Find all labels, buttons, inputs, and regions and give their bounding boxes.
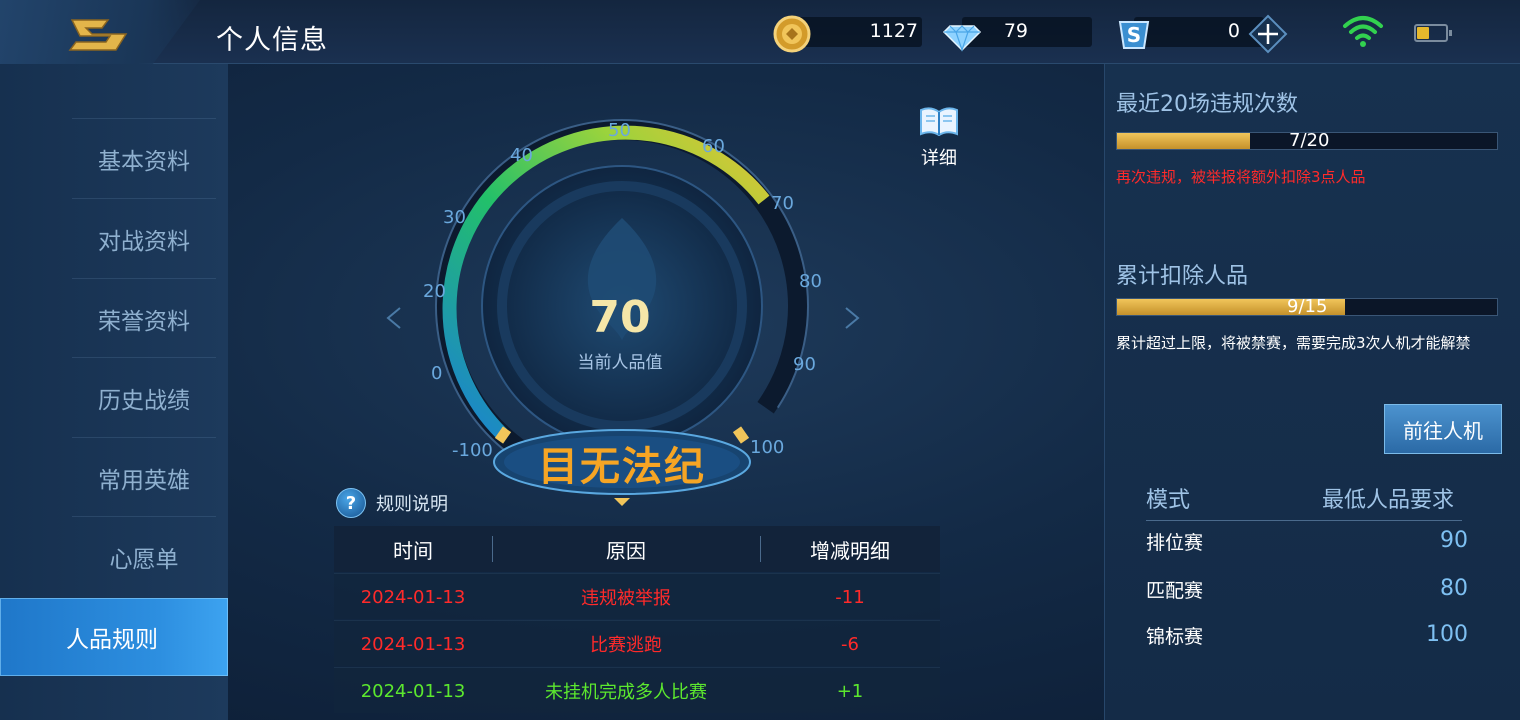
- violations-warning: 再次违规，被举报将额外扣除3点人品: [1116, 168, 1366, 186]
- add-voucher-icon[interactable]: [1248, 14, 1288, 54]
- row-time: 2024-01-13: [360, 680, 466, 702]
- current-credit-label: 当前人品值: [577, 353, 663, 373]
- voucher-currency: S 0: [1114, 14, 1294, 54]
- gauge-tick: 50: [608, 120, 631, 141]
- sidebar-item-credit-rules[interactable]: 人品规则: [0, 598, 228, 676]
- violations-progress-text: 7/20: [1289, 130, 1330, 151]
- row-delta: +1: [836, 680, 864, 702]
- column-header-delta: 增减明细: [810, 538, 890, 563]
- wifi-icon: [1343, 16, 1383, 47]
- gauge-tick: 100: [750, 437, 785, 458]
- gauge-tick: -100: [452, 440, 493, 461]
- gauge-tick: 60: [702, 136, 725, 157]
- row-delta: -11: [835, 586, 865, 608]
- column-header-time: 时间: [393, 538, 433, 563]
- book-icon: [920, 107, 958, 137]
- min-credit-column-header: 最低人品要求: [1322, 488, 1455, 513]
- gauge-tick: 90: [793, 354, 816, 375]
- gold-amount: 1127: [869, 20, 918, 42]
- row-reason: 比赛逃跑: [590, 635, 662, 656]
- diamond-icon: [942, 25, 982, 52]
- table-row: 2024-01-13 违规被举报 -11: [334, 573, 940, 619]
- mode-name: 匹配赛: [1146, 580, 1204, 602]
- sidebar-item-label: 常用英雄: [98, 467, 190, 494]
- sidebar-item-label: 心愿单: [109, 546, 179, 573]
- mode-name: 锦标赛: [1146, 626, 1204, 648]
- row-delta: -6: [841, 633, 859, 655]
- violations-progress-bar: 7/20: [1116, 130, 1498, 151]
- table-row: 2024-01-13 比赛逃跑 -6: [334, 620, 940, 666]
- table-row: 2024-01-13 未挂机完成多人比赛 +1: [334, 667, 940, 713]
- sidebar-item-label: 历史战绩: [98, 387, 190, 414]
- gauge-tick: 70: [771, 193, 794, 214]
- battery-icon: [1414, 24, 1452, 42]
- table-header: 时间 原因 增减明细: [334, 526, 940, 572]
- gauge-tick: 80: [799, 271, 822, 292]
- sidebar-item-basic-info[interactable]: 基本资料: [72, 118, 216, 198]
- sidebar-item-label: 人品规则: [66, 627, 158, 653]
- gauge-tick: 0: [431, 363, 443, 384]
- mode-column-header: 模式: [1146, 488, 1191, 513]
- violations-progress-fill: [1117, 133, 1250, 149]
- mode-min-credit: 100: [1426, 622, 1468, 647]
- mode-min-credit: 80: [1440, 576, 1468, 601]
- gold-currency: 1127: [772, 14, 922, 53]
- detail-button[interactable]: 详细: [912, 104, 966, 170]
- row-reason: 未挂机完成多人比赛: [545, 682, 707, 703]
- row-time: 2024-01-13: [360, 633, 466, 655]
- gauge-tick: 30: [443, 207, 466, 228]
- gauge-tick: 20: [423, 281, 446, 302]
- divider: [1146, 520, 1462, 521]
- mode-min-credit: 90: [1440, 528, 1468, 553]
- question-icon: ?: [336, 488, 366, 518]
- diamond-amount: 79: [1003, 20, 1028, 42]
- mode-name: 排位赛: [1146, 532, 1204, 554]
- sidebar-item-label: 荣誉资料: [98, 308, 190, 335]
- sidebar-item-common-heroes[interactable]: 常用英雄: [72, 437, 216, 517]
- sidebar-item-battle-info[interactable]: 对战资料: [72, 198, 216, 278]
- sidebar-item-wishlist[interactable]: 心愿单: [72, 516, 216, 596]
- deductions-note: 累计超过上限，将被禁赛，需要完成3次人机才能解禁: [1116, 334, 1471, 352]
- go-to-ai-match-button[interactable]: 前往人机: [1384, 404, 1502, 454]
- voucher-icon: S: [1118, 21, 1150, 49]
- gold-coin-icon: [773, 15, 811, 53]
- svg-text:S: S: [1127, 23, 1141, 47]
- sidebar-item-honor-info[interactable]: 荣誉资料: [72, 278, 216, 358]
- current-credit-value: 70: [589, 292, 651, 343]
- rules-explanation-link[interactable]: ? 规则说明: [336, 487, 448, 519]
- row-reason: 违规被举报: [581, 588, 671, 609]
- credit-history-table: 时间 原因 增减明细 2024-01-13 违规被举报 -11 2024-01-…: [334, 526, 940, 714]
- column-header-reason: 原因: [606, 538, 646, 563]
- gauge-tick: 40: [510, 145, 533, 166]
- back-arrow-icon: [68, 19, 128, 51]
- violations-title: 最近20场违规次数: [1116, 92, 1298, 117]
- voucher-amount: 0: [1227, 20, 1240, 42]
- deductions-title: 累计扣除人品: [1116, 264, 1249, 289]
- page-title: 个人信息: [216, 25, 328, 56]
- sidebar-item-match-history[interactable]: 历史战绩: [72, 357, 216, 437]
- sidebar-item-label: 对战资料: [98, 228, 190, 255]
- row-time: 2024-01-13: [360, 586, 466, 608]
- deductions-progress-text: 9/15: [1287, 296, 1328, 317]
- credit-level-title: 目无法纪: [538, 444, 706, 490]
- diamond-currency: 79: [942, 14, 1092, 52]
- deductions-progress-bar: 9/15: [1116, 296, 1498, 317]
- sidebar-item-label: 基本资料: [98, 148, 190, 175]
- rules-label: 规则说明: [376, 494, 448, 515]
- detail-label: 详细: [921, 148, 957, 169]
